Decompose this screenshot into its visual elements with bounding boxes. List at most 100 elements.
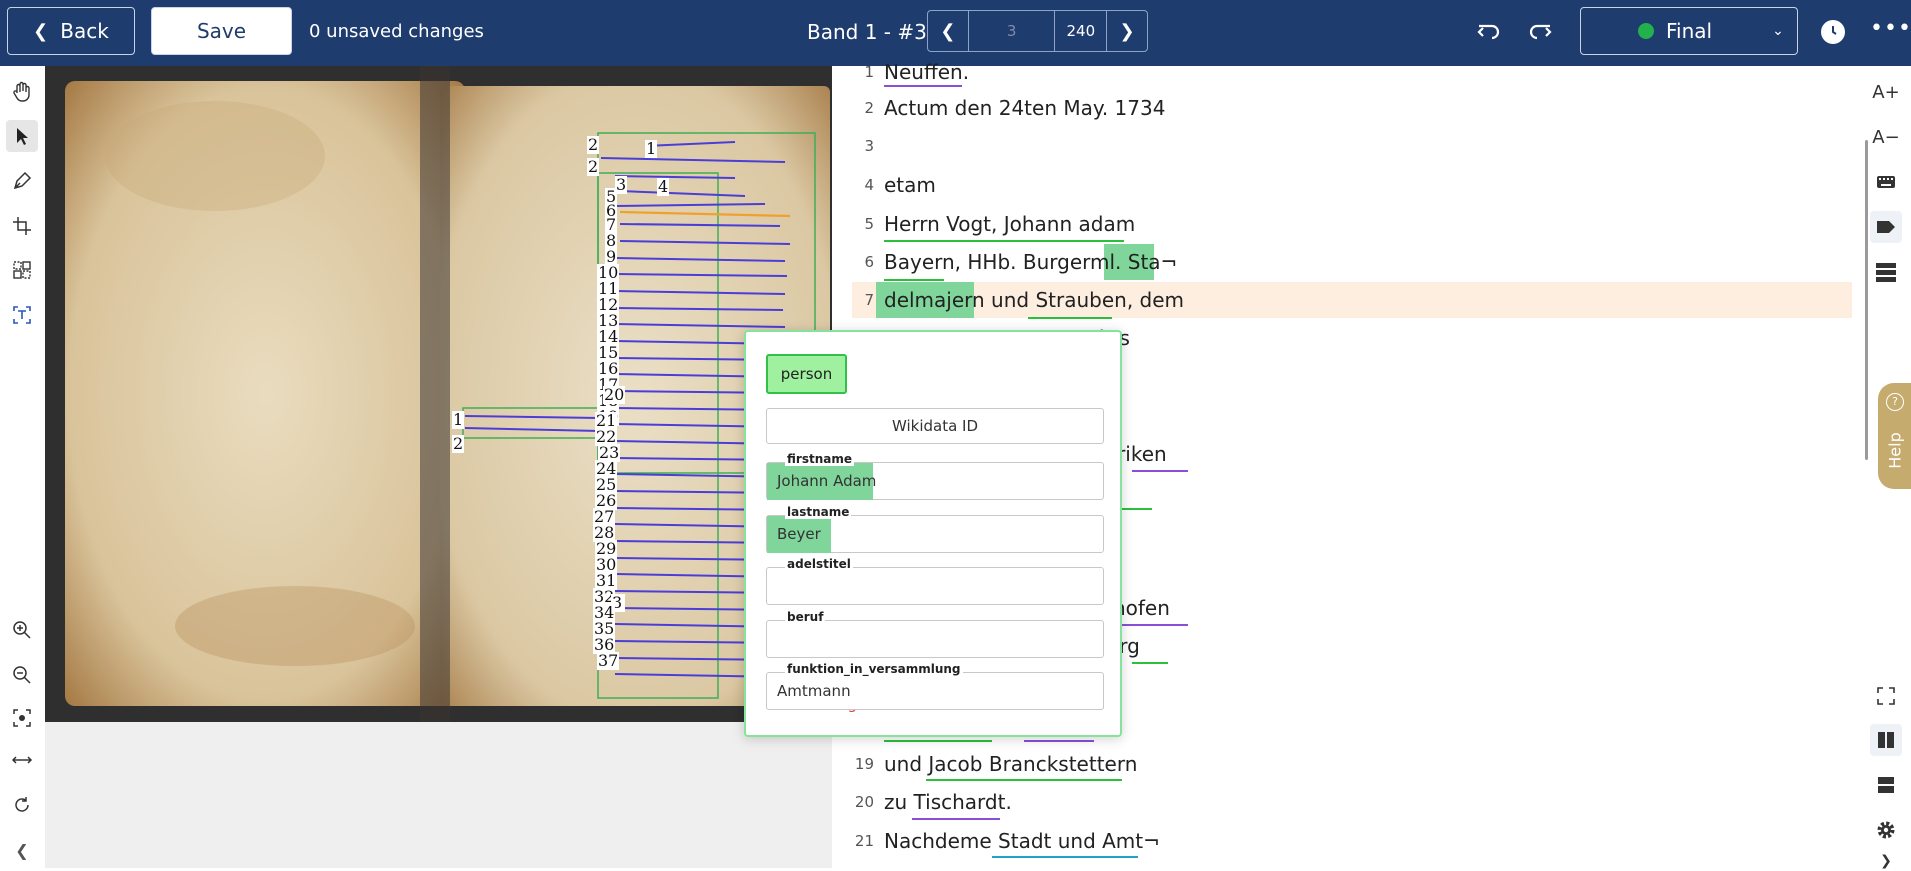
svg-text:1: 1 xyxy=(646,139,656,158)
chevron-down-icon: ⌄ xyxy=(1772,23,1784,39)
collapse-left-icon[interactable]: ❮ xyxy=(6,834,38,866)
text-line[interactable]: 19 und Jacob Branckstettern xyxy=(832,746,1138,782)
line-number: 20 xyxy=(854,793,874,811)
text-line[interactable]: 21 Nachdeme Stadt und Amt¬ xyxy=(832,823,1160,859)
document-image[interactable]: 2 2 1 3 4 5 6 7 8 9 10 11 12 13 14 15 16… xyxy=(45,66,832,722)
line-number: 4 xyxy=(864,176,874,194)
line-text[interactable]: Neuffen. xyxy=(884,60,969,84)
text-line[interactable]: 4 etam xyxy=(832,167,936,203)
line-text[interactable]: etam xyxy=(884,173,936,197)
text-line[interactable]: 6 Bayern, HHb. Burgerml. Sta¬ xyxy=(832,244,1177,280)
tag-underline xyxy=(884,279,944,281)
tag-icon[interactable] xyxy=(1870,211,1902,243)
page-total: 240 xyxy=(1055,11,1108,51)
chevron-left-icon: ❮ xyxy=(33,20,49,42)
font-decrease-icon[interactable]: A− xyxy=(1870,121,1902,153)
svg-text:2: 2 xyxy=(453,434,463,453)
svg-text:2: 2 xyxy=(588,157,598,176)
line-number: 19 xyxy=(854,755,874,773)
table-icon[interactable] xyxy=(1870,256,1902,288)
tag-underline xyxy=(1132,470,1188,472)
text-line[interactable]: 3 xyxy=(832,128,884,164)
svg-text:2: 2 xyxy=(588,135,598,154)
text-line[interactable]: 20 zu Tischardt. xyxy=(832,784,1012,820)
line-number: 5 xyxy=(864,215,874,233)
hand-pan-icon[interactable] xyxy=(6,76,38,108)
layout-columns-icon[interactable] xyxy=(1870,724,1902,756)
fit-screen-icon[interactable] xyxy=(6,702,38,734)
field-label: funktion_in_versammlung xyxy=(785,662,963,676)
back-button[interactable]: ❮ Back xyxy=(7,7,135,55)
next-page-button[interactable]: ❯ xyxy=(1107,11,1147,51)
svg-text:20: 20 xyxy=(604,385,624,404)
field-label: lastname xyxy=(785,505,852,519)
more-options-icon[interactable]: ••• xyxy=(1870,16,1911,41)
field-label: firstname xyxy=(785,452,854,466)
line-text[interactable]: delmajern und Strauben, dem xyxy=(884,288,1184,312)
help-tab[interactable]: ? Help xyxy=(1878,383,1911,489)
layout-rows-icon[interactable] xyxy=(1870,769,1902,801)
status-label: Final xyxy=(1666,19,1713,43)
select-pointer-icon[interactable] xyxy=(6,120,38,152)
keyboard-icon[interactable] xyxy=(1870,166,1902,198)
svg-text:3: 3 xyxy=(616,175,626,194)
line-text[interactable]: Actum den 24ten May. 1734 xyxy=(884,96,1165,120)
wikidata-id-button[interactable]: Wikidata ID xyxy=(766,408,1104,444)
collapse-right-icon[interactable]: ❯ xyxy=(1870,851,1902,871)
tag-underline xyxy=(884,85,962,87)
history-clock-icon[interactable] xyxy=(1821,20,1845,44)
tag-underline xyxy=(884,240,1124,242)
chevron-left-icon: ❮ xyxy=(940,20,956,42)
chevron-right-icon: ❯ xyxy=(1119,20,1135,42)
line-number: 3 xyxy=(864,137,874,155)
firstname-field[interactable]: firstname Johann Adam xyxy=(766,452,1104,500)
fullscreen-icon[interactable] xyxy=(1870,680,1902,712)
save-button[interactable]: Save xyxy=(151,7,292,55)
region-grid-icon[interactable] xyxy=(6,254,38,286)
line-text[interactable]: zu Tischardt. xyxy=(884,790,1012,814)
rotate-icon[interactable] xyxy=(6,789,38,821)
font-increase-icon[interactable]: A+ xyxy=(1870,76,1902,108)
tag-underline xyxy=(926,779,1122,781)
svg-text:37: 37 xyxy=(598,651,618,670)
text-line-active[interactable]: 7 delmajern und Strauben, dem xyxy=(832,282,1184,318)
line-text[interactable]: Herrn Vogt, Johann adam xyxy=(884,212,1135,236)
text-region-icon[interactable] xyxy=(6,299,38,331)
pen-draw-icon[interactable] xyxy=(6,165,38,197)
zoom-out-icon[interactable] xyxy=(6,659,38,691)
tag-underline xyxy=(1024,740,1094,742)
beruf-field[interactable]: beruf xyxy=(766,610,1104,658)
fit-width-icon[interactable] xyxy=(6,744,38,776)
editor-scrollbar[interactable] xyxy=(1865,140,1868,460)
undo-icon[interactable] xyxy=(1475,18,1503,46)
line-number: 7 xyxy=(864,291,874,309)
funktion-in-versammlung-field[interactable]: funktion_in_versammlung Amtmann xyxy=(766,662,1104,710)
field-value[interactable]: Beyer xyxy=(777,525,821,543)
tag-type-button[interactable]: person xyxy=(766,354,847,394)
adelstitel-field[interactable]: adelstitel xyxy=(766,557,1104,605)
line-number: 2 xyxy=(864,99,874,117)
tag-underline xyxy=(1122,508,1152,510)
lastname-field[interactable]: lastname Beyer xyxy=(766,505,1104,553)
text-line[interactable]: 5 Herrn Vogt, Johann adam xyxy=(832,206,1135,242)
text-line[interactable]: 2 Actum den 24ten May. 1734 xyxy=(832,90,1165,126)
svg-text:4: 4 xyxy=(658,177,668,196)
redo-icon[interactable] xyxy=(1526,18,1554,46)
zoom-in-icon[interactable] xyxy=(6,614,38,646)
tag-editor-popup: person Wikidata ID firstname Johann Adam… xyxy=(744,330,1122,737)
page-input[interactable]: 3 xyxy=(967,11,1056,51)
prev-page-button[interactable]: ❮ xyxy=(928,11,968,51)
field-label: beruf xyxy=(785,610,826,624)
field-value[interactable]: Johann Adam xyxy=(777,472,876,490)
split-line-icon[interactable] xyxy=(6,210,38,242)
gear-icon[interactable] xyxy=(1870,814,1902,846)
line-text[interactable]: Bayern, HHb. Burgerml. Sta¬ xyxy=(884,250,1177,274)
line-text[interactable]: und Jacob Branckstettern xyxy=(884,752,1137,776)
page-navigator: ❮ 3 240 ❯ xyxy=(927,10,1148,52)
tag-underline xyxy=(884,740,992,742)
document-title: Band 1 - #3 xyxy=(807,20,927,44)
line-text[interactable]: Nachdeme Stadt und Amt¬ xyxy=(884,829,1160,853)
field-label: adelstitel xyxy=(785,557,853,571)
field-value[interactable]: Amtmann xyxy=(777,682,851,700)
status-select[interactable]: Final ⌄ xyxy=(1580,7,1798,55)
